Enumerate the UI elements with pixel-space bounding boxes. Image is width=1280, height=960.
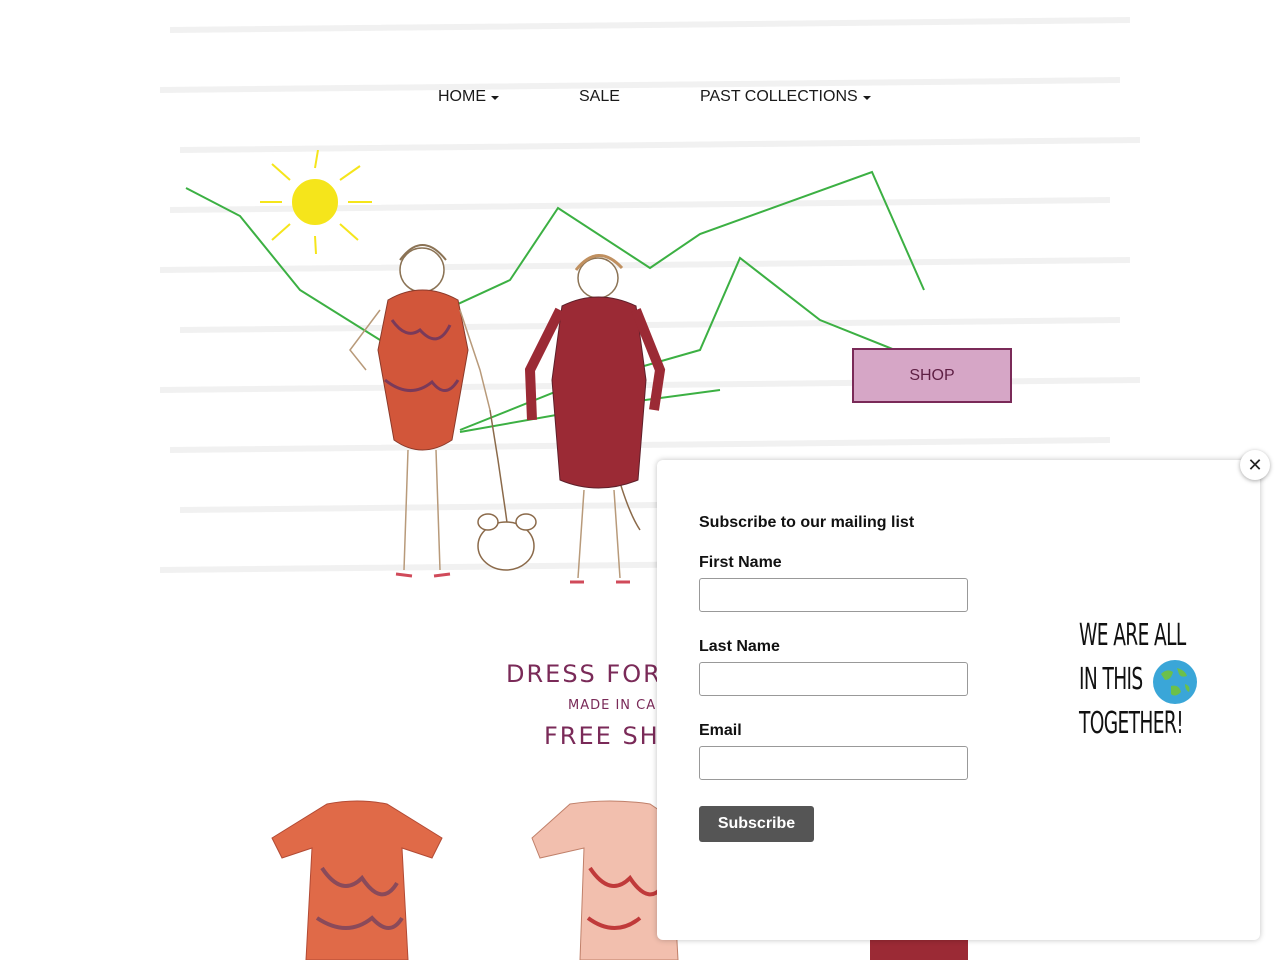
nav-home-label: HOME bbox=[438, 88, 486, 105]
email-input[interactable] bbox=[699, 746, 968, 780]
nav-home[interactable]: HOME bbox=[438, 88, 499, 106]
tagline-made-in: MADE IN CANA bbox=[568, 698, 668, 713]
nav-past-collections-label: PAST COLLECTIONS bbox=[700, 88, 858, 105]
last-name-input[interactable] bbox=[699, 662, 968, 696]
popup-heading: Subscribe to our mailing list bbox=[699, 514, 915, 531]
tagline-free-shipping: FREE SHIPP bbox=[544, 722, 664, 750]
woman-right bbox=[524, 254, 666, 584]
main-nav: HOME SALE PAST COLLECTIONS bbox=[0, 88, 1280, 112]
product-thumbnail[interactable] bbox=[232, 768, 482, 960]
caret-down-icon bbox=[862, 96, 871, 100]
together-line-3: TOGETHER! bbox=[1079, 706, 1184, 741]
last-name-label: Last Name bbox=[699, 638, 780, 655]
globe-icon bbox=[1153, 660, 1197, 704]
together-line-1: WE ARE ALL bbox=[1079, 618, 1186, 653]
together-line-2: IN THIS bbox=[1079, 662, 1143, 697]
popup-close-button[interactable]: ✕ bbox=[1240, 450, 1270, 480]
shop-button-label: SHOP bbox=[909, 366, 955, 384]
tagline-dress: DRESS FOR SU bbox=[506, 660, 666, 688]
nav-past-collections[interactable]: PAST COLLECTIONS bbox=[700, 88, 871, 106]
nav-sale-label: SALE bbox=[579, 88, 620, 105]
dog bbox=[477, 409, 537, 571]
shop-button[interactable]: SHOP bbox=[852, 348, 1012, 403]
first-name-label: First Name bbox=[699, 554, 782, 571]
together-graphic: WE ARE ALL IN THIS TOGETHER! bbox=[1075, 618, 1215, 748]
close-icon: ✕ bbox=[1247, 454, 1263, 475]
first-name-input[interactable] bbox=[699, 578, 968, 612]
nav-sale[interactable]: SALE bbox=[579, 88, 620, 106]
email-label: Email bbox=[699, 722, 742, 739]
woman-left bbox=[349, 244, 491, 578]
subscribe-button[interactable]: Subscribe bbox=[699, 806, 814, 842]
sun bbox=[260, 150, 372, 255]
mailing-list-popup: Subscribe to our mailing list First Name… bbox=[657, 460, 1260, 940]
caret-down-icon bbox=[491, 96, 499, 100]
